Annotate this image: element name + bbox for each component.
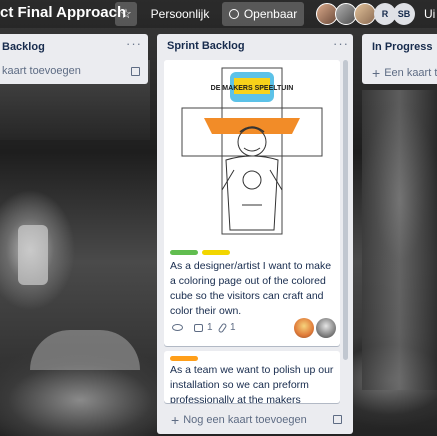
list-title[interactable]: In Progress [372,41,433,53]
star-button[interactable]: ☆ [115,2,137,26]
eye-icon [172,324,183,331]
list-menu-button[interactable]: ··· [333,36,349,51]
card-member-avatar[interactable] [294,318,314,338]
card-member-avatar[interactable] [316,318,336,338]
coloring-page-illustration: DE MAKERS SPEELTUIN [181,67,323,235]
plus-icon: + [372,65,381,81]
visibility-label: Openbaar [243,7,298,21]
list-backlog: Backlog ··· kaart toevoegen [0,34,148,84]
cover-logo-text: DE MAKERS SPEELTUIN [211,85,294,92]
paperclip-icon [217,321,228,334]
card-title: As a designer/artist I want to make a co… [170,260,332,317]
card-template-icon[interactable] [131,67,140,76]
list-title[interactable]: Sprint Backlog [167,40,245,52]
card-label-orange[interactable] [170,356,198,361]
comment-icon [194,323,203,332]
list-sprint-backlog: Sprint Backlog ··· DE MAKERS SPEELTUIN A… [157,34,353,434]
overflow-text: Ui [424,7,436,21]
globe-icon [228,9,239,19]
add-card-button[interactable]: kaart toevoegen [2,65,81,77]
list-title[interactable]: Backlog [2,41,45,53]
card[interactable]: DE MAKERS SPEELTUIN As a designer/artist… [164,60,340,346]
board-title[interactable]: ct Final Approach [0,4,126,21]
watch-badge [172,324,183,331]
card-title: As a team we want to polish up our insta… [170,364,334,403]
plus-icon: + [171,412,180,428]
team-visibility-button[interactable]: Persoonlijk [148,2,212,26]
card-template-icon[interactable] [333,415,342,424]
list-menu-button[interactable]: ··· [126,36,142,51]
visibility-button[interactable]: Openbaar [222,2,304,26]
comments-badge: 1 [194,322,213,333]
personal-label: Persoonlijk [150,7,210,21]
card-label-green[interactable] [170,250,198,255]
card[interactable]: As a team we want to polish up our insta… [164,351,340,403]
add-card-button[interactable]: + Een kaart to [372,65,437,81]
board-header: ct Final Approach ☆ Persoonlijk Openbaar… [0,0,437,28]
member-avatar[interactable] [354,3,376,25]
background-machine-shape [362,90,437,390]
background-lamp-shape [18,225,48,285]
card-label-yellow[interactable] [202,250,230,255]
star-icon: ☆ [120,6,132,21]
add-card-button[interactable]: + Nog een kaart toevoegen [171,412,307,428]
card-cover-image: DE MAKERS SPEELTUIN [164,60,340,240]
list-in-progress: In Progress + Een kaart to [362,34,437,84]
member-avatar-initials[interactable]: SB [393,3,415,25]
list-scrollbar[interactable] [343,60,348,360]
attachments-badge: 1 [217,321,236,334]
